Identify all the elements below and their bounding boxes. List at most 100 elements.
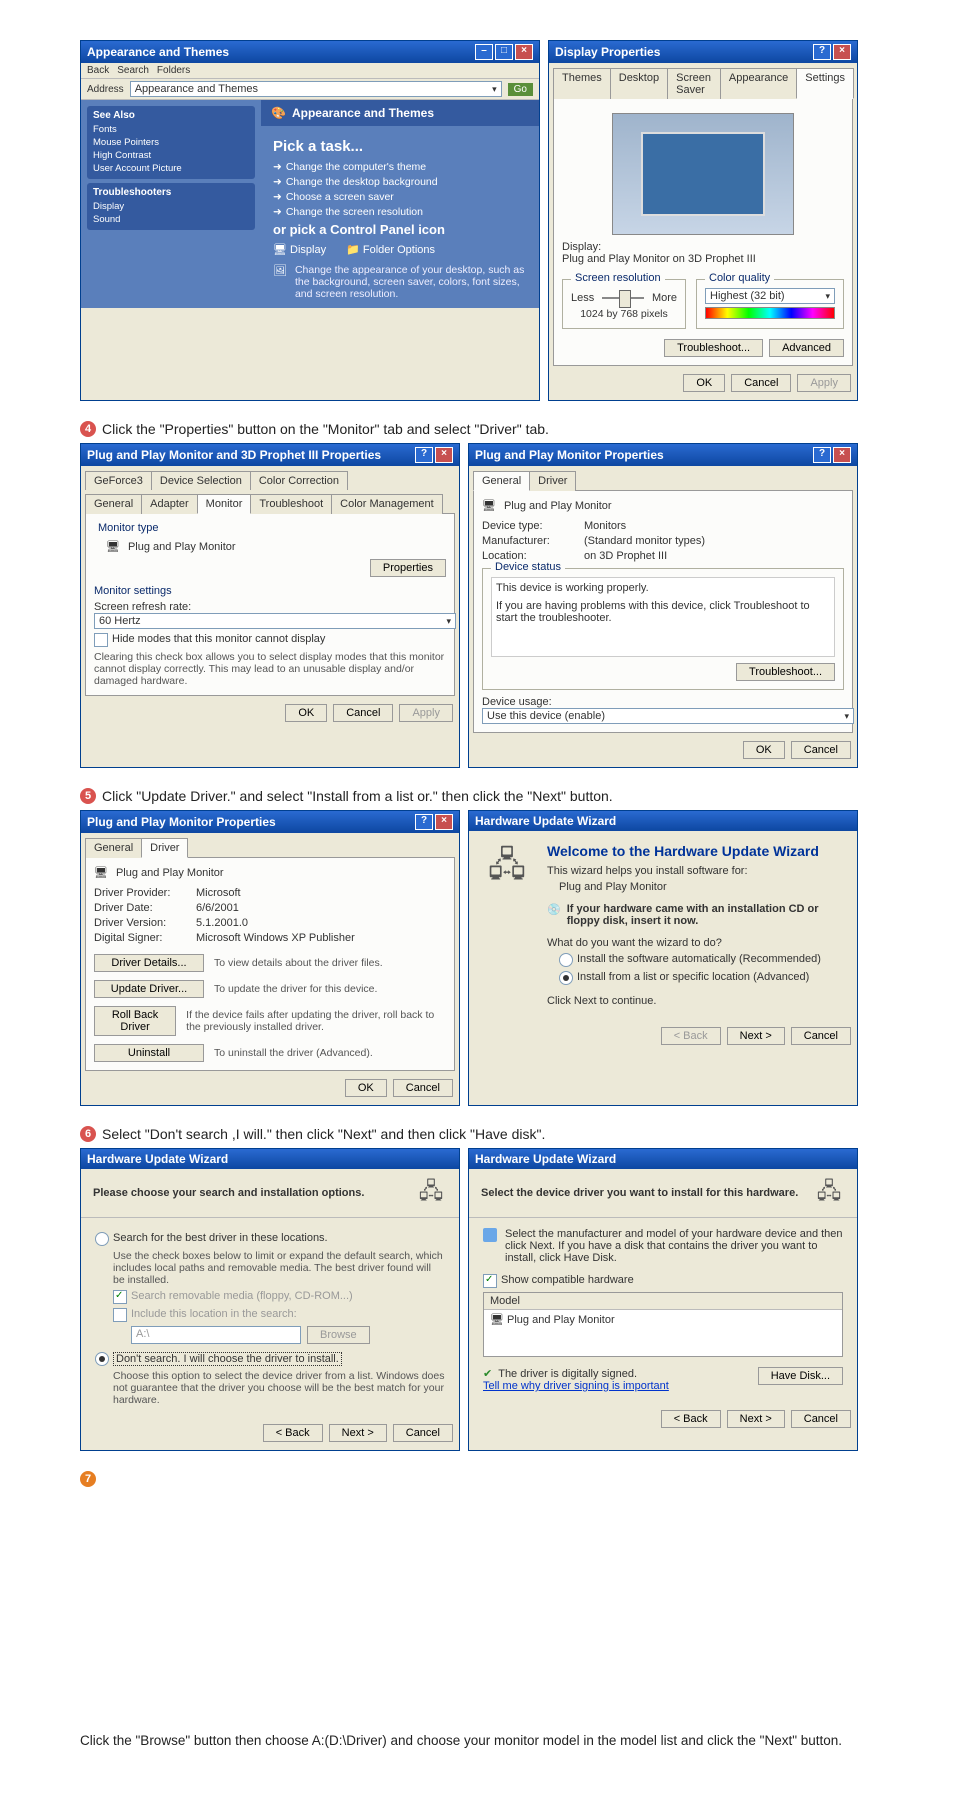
opt-list-radio[interactable] xyxy=(559,971,573,985)
path-input[interactable]: A:\ xyxy=(131,1326,301,1344)
cancel-button[interactable]: Cancel xyxy=(791,1027,851,1045)
search-button[interactable]: Search xyxy=(117,65,149,76)
troubleshooter-item[interactable]: Sound xyxy=(93,213,249,226)
ok-button[interactable]: OK xyxy=(743,741,785,759)
back-button[interactable]: < Back xyxy=(661,1027,721,1045)
folder-options-link[interactable]: 📁 Folder Options xyxy=(346,243,435,256)
tab-driver[interactable]: Driver xyxy=(141,838,188,858)
cancel-button[interactable]: Cancel xyxy=(791,741,851,759)
tab-appearance[interactable]: Appearance xyxy=(720,68,797,99)
ok-button[interactable]: OK xyxy=(683,374,725,392)
see-also-block: See Also Fonts Mouse Pointers High Contr… xyxy=(87,106,255,179)
back-button[interactable]: < Back xyxy=(263,1424,323,1442)
tab-themes[interactable]: Themes xyxy=(553,68,611,99)
close-icon[interactable]: × xyxy=(833,44,851,60)
device-usage-select[interactable]: Use this device (enable)▾ xyxy=(482,708,854,724)
driver-details-note: To view details about the driver files. xyxy=(214,957,383,969)
model-item-icon: 🖥 xyxy=(490,1314,504,1326)
help-icon[interactable]: ? xyxy=(415,447,433,463)
troubleshooter-item[interactable]: Display xyxy=(93,200,249,213)
help-icon[interactable]: ? xyxy=(813,447,831,463)
task-link[interactable]: ➜Change the desktop background xyxy=(273,176,527,188)
hide-modes-label: Hide modes that this monitor cannot disp… xyxy=(112,633,325,645)
tab-monitor[interactable]: Monitor xyxy=(197,494,252,514)
apply-button[interactable]: Apply xyxy=(399,704,453,722)
see-also-item[interactable]: User Account Picture xyxy=(93,162,249,175)
back-button[interactable]: Back xyxy=(87,65,109,76)
monitor-icon: 🖥 xyxy=(94,866,108,879)
minimize-icon[interactable]: – xyxy=(475,44,493,60)
task-link[interactable]: ➜Change the computer's theme xyxy=(273,161,527,173)
back-button[interactable]: < Back xyxy=(661,1410,721,1428)
chk-location[interactable] xyxy=(113,1308,127,1322)
tab-screensaver[interactable]: Screen Saver xyxy=(667,68,721,99)
maximize-icon[interactable]: □ xyxy=(495,44,513,60)
ok-button[interactable]: OK xyxy=(285,704,327,722)
tab-troubleshoot[interactable]: Troubleshoot xyxy=(250,494,332,514)
close-icon[interactable]: × xyxy=(515,44,533,60)
display-icon-link[interactable]: 🖥 Display xyxy=(273,243,326,256)
tab-desktop[interactable]: Desktop xyxy=(610,68,668,99)
monitor-type-label: Monitor type xyxy=(94,522,446,534)
tell-me-link[interactable]: Tell me why driver signing is important xyxy=(483,1380,669,1392)
show-compat-checkbox[interactable] xyxy=(483,1274,497,1288)
go-button[interactable]: Go xyxy=(508,83,533,96)
tab-geforce3[interactable]: GeForce3 xyxy=(85,471,152,490)
chk-removable[interactable] xyxy=(113,1290,127,1304)
tab-color-correction[interactable]: Color Correction xyxy=(250,471,348,490)
update-driver-button[interactable]: Update Driver... xyxy=(94,980,204,998)
rollback-driver-button[interactable]: Roll Back Driver xyxy=(94,1006,176,1036)
opt-dont-search-label: Don't search. I will choose the driver t… xyxy=(113,1352,342,1366)
task-link[interactable]: ➜Choose a screen saver xyxy=(273,191,527,203)
help-icon[interactable]: ? xyxy=(813,44,831,60)
ok-button[interactable]: OK xyxy=(345,1079,387,1097)
appearance-themes-window: Appearance and Themes – □ × Back Search … xyxy=(80,40,540,401)
apply-button[interactable]: Apply xyxy=(797,374,851,392)
task-link[interactable]: ➜Change the screen resolution xyxy=(273,206,527,218)
troubleshoot-button[interactable]: Troubleshoot... xyxy=(664,339,763,357)
tab-color-mgmt[interactable]: Color Management xyxy=(331,494,443,514)
cancel-button[interactable]: Cancel xyxy=(333,704,393,722)
see-also-item[interactable]: Mouse Pointers xyxy=(93,136,249,149)
troubleshoot-button[interactable]: Troubleshoot... xyxy=(736,663,835,681)
hide-modes-checkbox[interactable] xyxy=(94,633,108,647)
properties-button[interactable]: Properties xyxy=(370,559,446,577)
display-properties-title: Display Properties xyxy=(555,45,813,59)
uninstall-button[interactable]: Uninstall xyxy=(94,1044,204,1062)
folders-button[interactable]: Folders xyxy=(157,65,190,76)
next-button[interactable]: Next > xyxy=(727,1410,785,1428)
chevron-down-icon[interactable]: ▾ xyxy=(492,84,497,95)
tab-general[interactable]: General xyxy=(85,494,142,514)
cancel-button[interactable]: Cancel xyxy=(393,1079,453,1097)
tab-settings[interactable]: Settings xyxy=(796,68,854,99)
tab-general[interactable]: General xyxy=(473,471,530,491)
driver-provider-value: Microsoft xyxy=(196,887,241,899)
cancel-button[interactable]: Cancel xyxy=(731,374,791,392)
close-icon[interactable]: × xyxy=(435,814,453,830)
cancel-button[interactable]: Cancel xyxy=(393,1424,453,1442)
color-quality-select[interactable]: Highest (32 bit) ▾ xyxy=(705,288,835,304)
refresh-select[interactable]: 60 Hertz▾ xyxy=(94,613,456,629)
dev-type-value: Monitors xyxy=(584,520,626,532)
driver-details-button[interactable]: Driver Details... xyxy=(94,954,204,972)
model-list-item[interactable]: 🖥 Plug and Play Monitor xyxy=(484,1310,842,1356)
see-also-item[interactable]: High Contrast xyxy=(93,149,249,162)
opt-search-radio[interactable] xyxy=(95,1232,109,1246)
next-button[interactable]: Next > xyxy=(727,1027,785,1045)
opt-auto-radio[interactable] xyxy=(559,953,573,967)
cancel-button[interactable]: Cancel xyxy=(791,1410,851,1428)
see-also-item[interactable]: Fonts xyxy=(93,123,249,136)
tab-general[interactable]: General xyxy=(85,838,142,858)
opt-dont-search-radio[interactable] xyxy=(95,1352,109,1366)
browse-button[interactable]: Browse xyxy=(307,1326,370,1344)
advanced-button[interactable]: Advanced xyxy=(769,339,844,357)
resolution-slider[interactable] xyxy=(602,288,644,308)
tab-device-selection[interactable]: Device Selection xyxy=(151,471,251,490)
tab-adapter[interactable]: Adapter xyxy=(141,494,198,514)
have-disk-button[interactable]: Have Disk... xyxy=(758,1367,843,1385)
next-button[interactable]: Next > xyxy=(329,1424,387,1442)
tab-driver[interactable]: Driver xyxy=(529,471,576,491)
close-icon[interactable]: × xyxy=(833,447,851,463)
close-icon[interactable]: × xyxy=(435,447,453,463)
help-icon[interactable]: ? xyxy=(415,814,433,830)
